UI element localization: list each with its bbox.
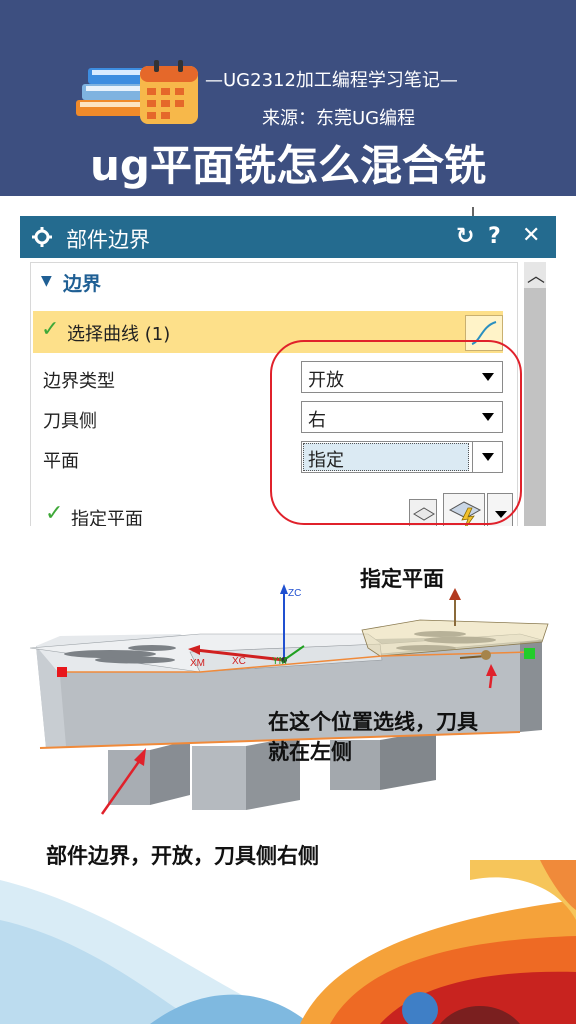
- books-calendar-icon: [76, 60, 198, 124]
- scroll-thumb[interactable]: [524, 288, 546, 526]
- ym-label: YM: [272, 656, 287, 667]
- check-icon: ✓: [45, 501, 64, 526]
- plane-label: 平面: [43, 451, 79, 472]
- help-icon[interactable]: ?: [488, 224, 501, 249]
- select-curve-label: 选择曲线 (1): [67, 324, 171, 345]
- series-title: —UG2312加工编程学习笔记—: [205, 70, 458, 91]
- dialog-titlebar: 部件边界 ↻ ? ✕: [20, 216, 556, 258]
- select-line-annotation-line2: 就在左侧: [268, 740, 352, 764]
- dialog-title: 部件边界: [66, 228, 150, 252]
- model-viewport[interactable]: ZC XM XC YM: [0, 560, 576, 820]
- tool-side-label: 刀具侧: [43, 411, 97, 432]
- reset-icon[interactable]: ↻: [456, 224, 474, 249]
- zc-arrowhead: [280, 584, 288, 594]
- close-icon[interactable]: ✕: [522, 223, 540, 248]
- zc-label: ZC: [288, 588, 301, 599]
- specify-plane-label: 指定平面: [71, 509, 143, 526]
- xm-label: XM: [190, 658, 205, 669]
- source-label: 来源：东莞UG编程: [262, 108, 416, 129]
- decorative-swirl: [0, 860, 576, 1024]
- support-leg: [150, 740, 190, 805]
- support-leg: [192, 746, 246, 810]
- divider-tick: [472, 207, 474, 216]
- select-line-annotation-line1: 在这个位置选线，刀具: [268, 710, 478, 734]
- check-icon: ✓: [41, 317, 60, 342]
- slot: [95, 656, 175, 664]
- gear-icon[interactable]: [32, 227, 52, 247]
- collapse-caret-icon[interactable]: ▼: [41, 273, 52, 289]
- end-point-marker: [524, 648, 535, 659]
- specify-plane-annotation: 指定平面: [360, 567, 444, 591]
- direction-handle: [481, 650, 491, 660]
- slot: [128, 645, 176, 651]
- plane-normal-arrowhead: [449, 588, 461, 600]
- page-title: ug平面铣怎么混合铣: [90, 141, 486, 190]
- scroll-up-icon[interactable]: ︿: [527, 262, 545, 288]
- boundary-type-label: 边界类型: [43, 371, 115, 392]
- support-leg: [380, 730, 436, 790]
- start-point-marker: [57, 667, 67, 677]
- xc-label: XC: [232, 656, 246, 667]
- highlight-circle: [270, 340, 522, 525]
- section-boundary[interactable]: 边界: [63, 269, 101, 296]
- scrollbar[interactable]: ︿: [524, 262, 546, 526]
